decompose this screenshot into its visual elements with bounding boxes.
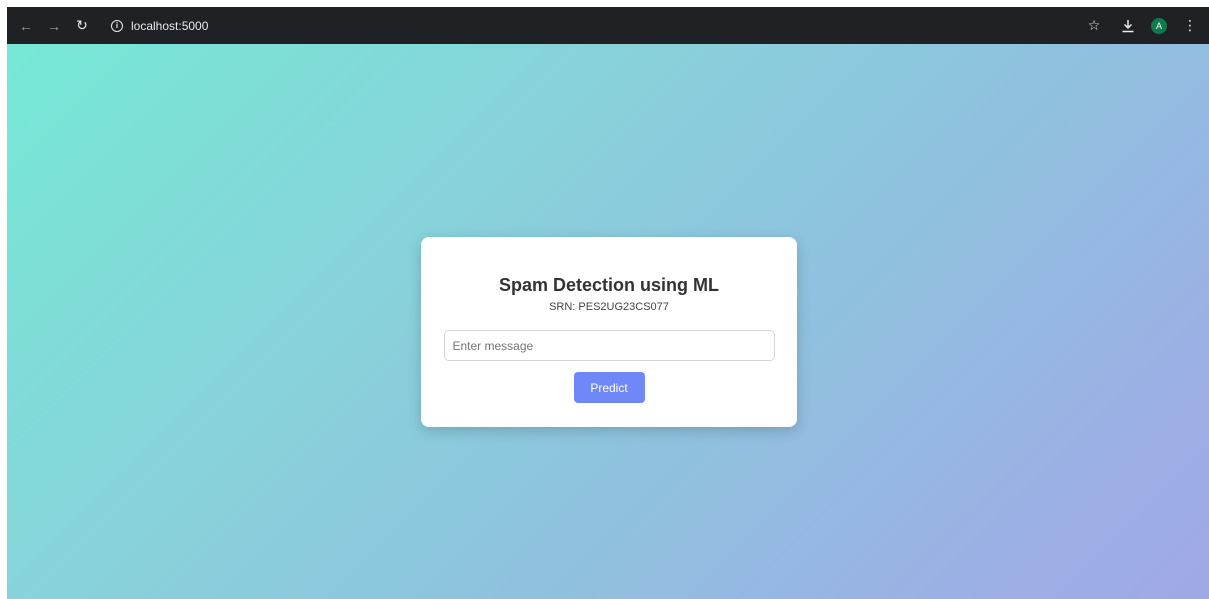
profile-avatar[interactable]: A [1151,17,1167,34]
message-input[interactable] [443,330,775,361]
reload-icon[interactable]: ↻ [71,15,93,37]
address-bar[interactable]: i localhost:5000 [107,14,218,38]
info-icon[interactable]: i [111,19,123,32]
toolbar-actions: ☆ A ⋮ [1071,15,1201,37]
page-content: Spam Detection using ML SRN: PES2UG23CS0… [7,44,1209,599]
kebab-menu-icon[interactable]: ⋮ [1179,15,1201,37]
page-title: Spam Detection using ML [498,275,720,295]
browser-toolbar: ← → ↻ i localhost:5000 ☆ A ⋮ [7,7,1209,44]
url-text: localhost:5000 [131,18,209,33]
forward-icon[interactable]: → [43,15,65,37]
predict-button[interactable]: Predict [573,372,645,403]
download-icon[interactable] [1117,15,1139,37]
back-icon[interactable]: ← [15,15,37,37]
srn-label: SRN: PES2UG23CS077 [549,301,669,313]
browser-window: ← → ↻ i localhost:5000 ☆ A ⋮ Spam Detect… [7,7,1209,599]
spam-detection-card: Spam Detection using ML SRN: PES2UG23CS0… [421,237,797,427]
star-icon[interactable]: ☆ [1083,15,1105,37]
